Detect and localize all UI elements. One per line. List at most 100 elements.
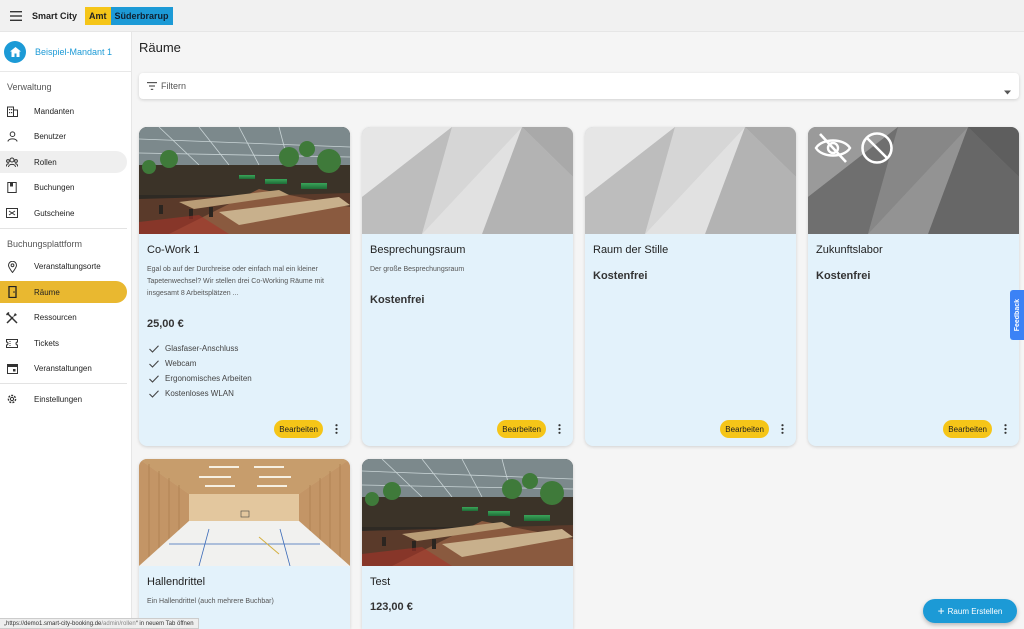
sidebar-item-veranstaltungsorte[interactable]: Veranstaltungsorte [0,256,127,278]
edit-button[interactable]: Bearbeiten [720,420,769,438]
tenant-name: Beispiel-Mandant 1 [35,46,113,57]
sidebar-item-label: Benutzer [34,132,67,141]
room-title: Besprechungsraum [370,244,466,256]
section-label-verwaltung: Verwaltung [7,82,52,92]
room-price: 25,00 € [147,318,184,330]
eye-off-icon [814,133,852,163]
ticket-icon [6,337,18,349]
tenant-selector[interactable]: Beispiel-Mandant 1 [0,32,131,72]
room-image [362,459,573,566]
sidebar-item-veranstaltungen[interactable]: Veranstaltungen [0,358,127,380]
feature-item: Webcam [149,359,196,368]
sidebar-item-tickets[interactable]: Tickets [0,332,127,354]
room-image [139,127,350,234]
room-image-placeholder [362,127,573,234]
gear-icon [6,393,18,405]
room-image [139,459,350,566]
room-card: Co-Work 1 Egal ob auf der Durchreise ode… [139,127,350,446]
feature-label: Webcam [165,359,197,368]
filter-icon [147,82,157,90]
sidebar-item-raeume[interactable]: Räume [0,281,127,303]
sidebar-item-ressourcen[interactable]: Ressourcen [0,307,127,329]
sidebar-item-label: Ressourcen [34,313,77,322]
building-icon [6,105,18,117]
status-suffix: “ in neuem Tab öffnen [135,620,194,627]
sidebar-item-label: Buchungen [34,183,75,192]
more-vert-icon[interactable] [999,422,1011,436]
create-room-label: Raum Erstellen [947,606,1003,616]
room-card: Besprechungsraum Der große Besprechungsr… [362,127,573,446]
logo-badge-amt: Amt [85,6,111,25]
feature-item: Kostenloses WLAN [149,389,234,398]
sidebar: Beispiel-Mandant 1 Verwaltung Mandanten … [0,32,132,629]
logo-badge-town: Süderbrarup [110,6,173,25]
feature-item: Ergonomisches Arbeiten [149,374,252,383]
sidebar-item-label: Mandanten [34,106,75,116]
room-title: Test [370,576,391,588]
room-title: Raum der Stille [593,244,669,256]
room-price: 123,00 € [370,601,413,613]
tools-icon [6,311,18,324]
page-title: Räume [139,40,181,55]
book-icon [6,182,18,194]
room-price: Kostenfrei [593,270,648,282]
edit-button[interactable]: Bearbeiten [274,420,323,438]
check-icon [149,389,159,398]
filter-panel[interactable]: Filtern [139,73,1019,99]
room-price: Kostenfrei [816,270,871,282]
sidebar-item-gutscheine[interactable]: Gutscheine [0,202,127,224]
room-title: Zukunftslabor [816,244,883,256]
section-label-buchungsplattform: Buchungsplattform [7,238,83,249]
sidebar-item-mandanten[interactable]: Mandanten [0,100,127,122]
sidebar-item-buchungen[interactable]: Buchungen [0,177,127,199]
sidebar-item-einstellungen[interactable]: Einstellungen [0,388,127,410]
sidebar-item-benutzer[interactable]: Benutzer [0,126,127,148]
sidebar-divider [0,383,127,384]
sidebar-item-label: Veranstaltungsorte [34,262,101,271]
sidebar-item-rollen[interactable]: Rollen [0,151,127,173]
room-description: Ein Hallendrittel (auch mehrere Buchbar) [147,598,274,605]
sidebar-divider [0,227,127,229]
feedback-label: Feedback [1013,298,1021,332]
room-description: Der große Besprechungsraum [370,266,465,273]
check-icon [149,344,159,353]
menu-icon[interactable] [0,0,32,32]
room-description: Egal ob auf der Durchreise oder einfach … [147,266,324,297]
top-app-bar: Smart City Amt Süderbrarup [0,0,1024,32]
room-card: Zukunftslabor Kostenfrei Bearbeiten [808,127,1019,446]
more-vert-icon[interactable] [330,422,342,436]
check-icon [149,359,159,368]
voucher-icon [6,207,18,219]
filter-label: Filtern [161,81,187,91]
browser-status-bar: „https://demo1.smart-city-booking.de/adm… [0,618,199,629]
edit-button[interactable]: Bearbeiten [497,420,546,438]
room-title: Co-Work 1 [147,244,200,256]
sidebar-item-label: Rollen [34,157,57,167]
block-icon [861,132,893,164]
sidebar-item-label: Einstellungen [34,394,83,404]
room-title: Hallendrittel [147,576,206,588]
more-vert-icon[interactable] [776,422,788,436]
edit-button[interactable]: Bearbeiten [943,420,992,438]
room-card: Test 123,00 € [362,459,573,629]
sidebar-item-label: Veranstaltungen [34,364,92,373]
home-icon [4,40,26,63]
sidebar-item-label: Gutscheine [34,208,75,218]
person-icon [6,131,18,143]
plus-icon: + [937,604,945,618]
status-path: /admin/rollen [101,620,136,627]
dark-mode-icon[interactable] [978,8,994,24]
feature-label: Glasfaser-Anschluss [165,344,239,353]
sidebar-item-label: Tickets [34,338,60,348]
room-card: Hallendrittel Ein Hallendrittel (auch me… [139,459,350,629]
chevron-down-icon[interactable] [1004,82,1011,100]
sidebar-item-label: Räume [34,287,60,297]
door-icon [6,286,18,298]
location-pin-icon [6,260,18,273]
create-room-button[interactable]: + Raum Erstellen [923,599,1017,623]
room-card: Raum der Stille Kostenfrei Bearbeiten [585,127,796,446]
app-brand: Smart City [32,10,78,21]
feedback-tab[interactable]: Feedback [1010,290,1024,340]
more-vert-icon[interactable] [553,422,565,436]
group-icon [6,156,18,168]
